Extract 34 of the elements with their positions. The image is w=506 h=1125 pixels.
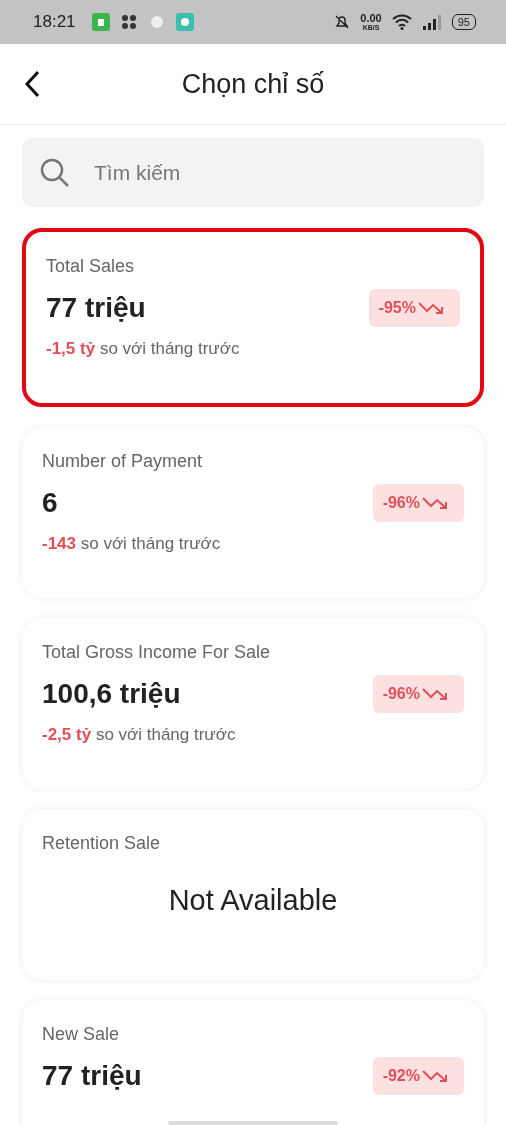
metric-card[interactable]: New Sale 77 triệu -92% bbox=[22, 1000, 484, 1125]
comparison-text: -143 so với tháng trước bbox=[42, 534, 222, 554]
back-icon bbox=[24, 70, 40, 98]
wifi-icon bbox=[391, 14, 412, 30]
app-icon bbox=[175, 13, 194, 31]
change-badge: -92% bbox=[372, 1057, 464, 1095]
metric-card[interactable]: Retention Sale Not Available bbox=[22, 809, 484, 980]
search-field[interactable]: Tìm kiếm bbox=[22, 138, 484, 207]
search-icon bbox=[40, 158, 70, 188]
comparison-text: -2,5 tỷ so với tháng trước bbox=[42, 725, 237, 745]
change-badge: -96% bbox=[372, 675, 464, 713]
metric-card[interactable]: Total Gross Income For Sale 100,6 triệu -96% -2,5 tỷ so với tháng trước bbox=[22, 618, 484, 789]
metric-title: Number of Payment bbox=[42, 451, 204, 472]
change-badge: -95% bbox=[368, 289, 460, 327]
change-badge: -96% bbox=[372, 484, 464, 522]
app-icon bbox=[119, 13, 138, 31]
signal-icon bbox=[421, 14, 442, 30]
metric-value: 6 bbox=[42, 487, 58, 519]
comparison-text: -1,5 tỷ so với tháng trước bbox=[46, 339, 241, 359]
page-title: Chọn chỉ số bbox=[181, 68, 325, 100]
metric-title: New Sale bbox=[42, 1024, 121, 1045]
battery-indicator: 95 bbox=[451, 14, 476, 30]
metric-title: Retention Sale bbox=[42, 833, 162, 854]
app-icon bbox=[91, 13, 110, 31]
metric-value: 77 triệu bbox=[42, 1060, 142, 1092]
bell-off-icon bbox=[334, 14, 351, 30]
metric-value: 77 triệu bbox=[46, 292, 146, 324]
metric-title: Total Gross Income For Sale bbox=[42, 642, 272, 663]
status-time: 18:21 bbox=[33, 12, 76, 32]
metric-card[interactable]: Number of Payment 6 -96% -143 so với tháng trước bbox=[22, 427, 484, 598]
metric-title: Total Sales bbox=[46, 256, 136, 277]
metric-card[interactable]: Total Sales 77 triệu -95% -1,5 tỷ so với tháng trước bbox=[22, 228, 484, 407]
metric-value: 100,6 triệu bbox=[42, 678, 181, 710]
metric-value: Not Available bbox=[167, 884, 339, 917]
